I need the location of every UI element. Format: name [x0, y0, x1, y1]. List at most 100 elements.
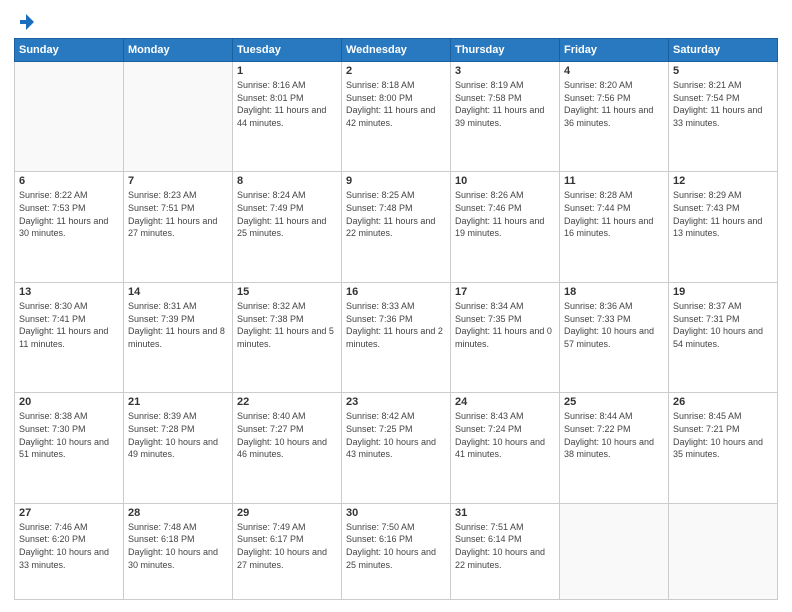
day-number: 3	[455, 65, 555, 77]
calendar-cell: 18 Sunrise: 8:36 AM Sunset: 7:33 PM Dayli…	[560, 282, 669, 392]
calendar-cell: 16Sunrise: 8:33 AM Sunset: 7:36 PM Dayli…	[342, 282, 451, 392]
day-of-week-header: Wednesday	[342, 39, 451, 62]
calendar-cell: 30Sunrise: 7:50 AM Sunset: 6:16 PM Dayli…	[342, 503, 451, 599]
calendar-cell: 15 Sunrise: 8:32 AM Sunset: 7:38 PM Dayli…	[233, 282, 342, 392]
day-number: 5	[673, 65, 773, 77]
day-info: Sunrise: 8:30 AM Sunset: 7:41 PM Dayligh…	[19, 300, 119, 350]
day-number: 25	[564, 396, 664, 408]
day-number: 15	[237, 286, 337, 298]
day-number: 18	[564, 286, 664, 298]
day-number: 27	[19, 507, 119, 519]
day-number: 8	[237, 175, 337, 187]
day-number: 11	[564, 175, 664, 187]
calendar-cell: 25Sunrise: 8:44 AM Sunset: 7:22 PM Dayli…	[560, 393, 669, 503]
day-number: 22	[237, 396, 337, 408]
day-info: Sunrise: 8:32 AM Sunset: 7:38 PM Dayligh…	[237, 300, 337, 350]
day-number: 10	[455, 175, 555, 187]
calendar-week-row: 1 Sunrise: 8:16 AM Sunset: 8:01 PM Daylig…	[15, 62, 778, 172]
calendar-header-row: SundayMondayTuesdayWednesdayThursdayFrid…	[15, 39, 778, 62]
day-info: Sunrise: 8:20 AM Sunset: 7:56 PM Dayligh…	[564, 79, 664, 129]
day-info: Sunrise: 8:22 AM Sunset: 7:53 PM Dayligh…	[19, 189, 119, 239]
day-number: 28	[128, 507, 228, 519]
day-number: 30	[346, 507, 446, 519]
day-info: Sunrise: 8:25 AM Sunset: 7:48 PM Dayligh…	[346, 189, 446, 239]
day-info: Sunrise: 8:23 AM Sunset: 7:51 PM Dayligh…	[128, 189, 228, 239]
day-of-week-header: Sunday	[15, 39, 124, 62]
day-number: 9	[346, 175, 446, 187]
day-info: Sunrise: 7:48 AM Sunset: 6:18 PM Dayligh…	[128, 521, 228, 571]
day-info: Sunrise: 7:49 AM Sunset: 6:17 PM Dayligh…	[237, 521, 337, 571]
day-info: Sunrise: 7:46 AM Sunset: 6:20 PM Dayligh…	[19, 521, 119, 571]
day-info: Sunrise: 8:43 AM Sunset: 7:24 PM Dayligh…	[455, 410, 555, 460]
calendar-cell: 13 Sunrise: 8:30 AM Sunset: 7:41 PM Dayli…	[15, 282, 124, 392]
day-number: 17	[455, 286, 555, 298]
calendar-cell: 7 Sunrise: 8:23 AM Sunset: 7:51 PM Daylig…	[124, 172, 233, 282]
day-info: Sunrise: 8:36 AM Sunset: 7:33 PM Dayligh…	[564, 300, 664, 350]
day-info: Sunrise: 8:21 AM Sunset: 7:54 PM Dayligh…	[673, 79, 773, 129]
day-number: 13	[19, 286, 119, 298]
calendar-cell: 11 Sunrise: 8:28 AM Sunset: 7:44 PM Dayli…	[560, 172, 669, 282]
day-number: 31	[455, 507, 555, 519]
day-number: 12	[673, 175, 773, 187]
day-number: 2	[346, 65, 446, 77]
calendar-week-row: 13 Sunrise: 8:30 AM Sunset: 7:41 PM Dayli…	[15, 282, 778, 392]
calendar-cell: 24 Sunrise: 8:43 AM Sunset: 7:24 PM Dayli…	[451, 393, 560, 503]
day-number: 21	[128, 396, 228, 408]
day-number: 7	[128, 175, 228, 187]
day-info: Sunrise: 8:38 AM Sunset: 7:30 PM Dayligh…	[19, 410, 119, 460]
day-info: Sunrise: 8:29 AM Sunset: 7:43 PM Dayligh…	[673, 189, 773, 239]
calendar-cell: 3 Sunrise: 8:19 AM Sunset: 7:58 PM Daylig…	[451, 62, 560, 172]
day-info: Sunrise: 8:19 AM Sunset: 7:58 PM Dayligh…	[455, 79, 555, 129]
calendar-cell: 23Sunrise: 8:42 AM Sunset: 7:25 PM Dayli…	[342, 393, 451, 503]
calendar-cell: 21 Sunrise: 8:39 AM Sunset: 7:28 PM Dayli…	[124, 393, 233, 503]
calendar-cell: 8 Sunrise: 8:24 AM Sunset: 7:49 PM Daylig…	[233, 172, 342, 282]
calendar-cell	[669, 503, 778, 599]
calendar-cell: 4 Sunrise: 8:20 AM Sunset: 7:56 PM Daylig…	[560, 62, 669, 172]
calendar-cell: 20Sunrise: 8:38 AM Sunset: 7:30 PM Dayli…	[15, 393, 124, 503]
calendar-cell: 12 Sunrise: 8:29 AM Sunset: 7:43 PM Dayli…	[669, 172, 778, 282]
day-of-week-header: Thursday	[451, 39, 560, 62]
day-number: 1	[237, 65, 337, 77]
header	[14, 12, 778, 32]
day-info: Sunrise: 8:45 AM Sunset: 7:21 PM Dayligh…	[673, 410, 773, 460]
day-of-week-header: Saturday	[669, 39, 778, 62]
day-info: Sunrise: 8:24 AM Sunset: 7:49 PM Dayligh…	[237, 189, 337, 239]
calendar-cell: 19 Sunrise: 8:37 AM Sunset: 7:31 PM Dayli…	[669, 282, 778, 392]
day-info: Sunrise: 8:26 AM Sunset: 7:46 PM Dayligh…	[455, 189, 555, 239]
calendar-cell: 17 Sunrise: 8:34 AM Sunset: 7:35 PM Dayli…	[451, 282, 560, 392]
day-info: Sunrise: 8:37 AM Sunset: 7:31 PM Dayligh…	[673, 300, 773, 350]
day-info: Sunrise: 8:31 AM Sunset: 7:39 PM Dayligh…	[128, 300, 228, 350]
calendar-cell: 1 Sunrise: 8:16 AM Sunset: 8:01 PM Daylig…	[233, 62, 342, 172]
calendar-table: SundayMondayTuesdayWednesdayThursdayFrid…	[14, 38, 778, 600]
day-number: 14	[128, 286, 228, 298]
day-info: Sunrise: 8:34 AM Sunset: 7:35 PM Dayligh…	[455, 300, 555, 350]
calendar-cell: 31 Sunrise: 7:51 AM Sunset: 6:14 PM Dayli…	[451, 503, 560, 599]
day-number: 19	[673, 286, 773, 298]
calendar-week-row: 27 Sunrise: 7:46 AM Sunset: 6:20 PM Dayli…	[15, 503, 778, 599]
day-number: 24	[455, 396, 555, 408]
day-info: Sunrise: 8:42 AM Sunset: 7:25 PM Dayligh…	[346, 410, 446, 460]
page: SundayMondayTuesdayWednesdayThursdayFrid…	[0, 0, 792, 612]
calendar-cell: 28 Sunrise: 7:48 AM Sunset: 6:18 PM Dayli…	[124, 503, 233, 599]
day-info: Sunrise: 7:51 AM Sunset: 6:14 PM Dayligh…	[455, 521, 555, 571]
calendar-cell: 6Sunrise: 8:22 AM Sunset: 7:53 PM Daylig…	[15, 172, 124, 282]
calendar-cell	[560, 503, 669, 599]
day-info: Sunrise: 8:39 AM Sunset: 7:28 PM Dayligh…	[128, 410, 228, 460]
calendar-cell	[124, 62, 233, 172]
calendar-cell: 27 Sunrise: 7:46 AM Sunset: 6:20 PM Dayli…	[15, 503, 124, 599]
day-of-week-header: Monday	[124, 39, 233, 62]
calendar-cell: 22Sunrise: 8:40 AM Sunset: 7:27 PM Dayli…	[233, 393, 342, 503]
day-info: Sunrise: 8:16 AM Sunset: 8:01 PM Dayligh…	[237, 79, 337, 129]
calendar-cell: 29Sunrise: 7:49 AM Sunset: 6:17 PM Dayli…	[233, 503, 342, 599]
calendar-cell: 9 Sunrise: 8:25 AM Sunset: 7:48 PM Daylig…	[342, 172, 451, 282]
day-number: 16	[346, 286, 446, 298]
logo-text	[14, 12, 36, 32]
calendar-cell: 26Sunrise: 8:45 AM Sunset: 7:21 PM Dayli…	[669, 393, 778, 503]
calendar-week-row: 6Sunrise: 8:22 AM Sunset: 7:53 PM Daylig…	[15, 172, 778, 282]
day-info: Sunrise: 8:28 AM Sunset: 7:44 PM Dayligh…	[564, 189, 664, 239]
day-number: 4	[564, 65, 664, 77]
day-of-week-header: Friday	[560, 39, 669, 62]
day-of-week-header: Tuesday	[233, 39, 342, 62]
day-info: Sunrise: 8:18 AM Sunset: 8:00 PM Dayligh…	[346, 79, 446, 129]
calendar-cell: 14 Sunrise: 8:31 AM Sunset: 7:39 PM Dayli…	[124, 282, 233, 392]
